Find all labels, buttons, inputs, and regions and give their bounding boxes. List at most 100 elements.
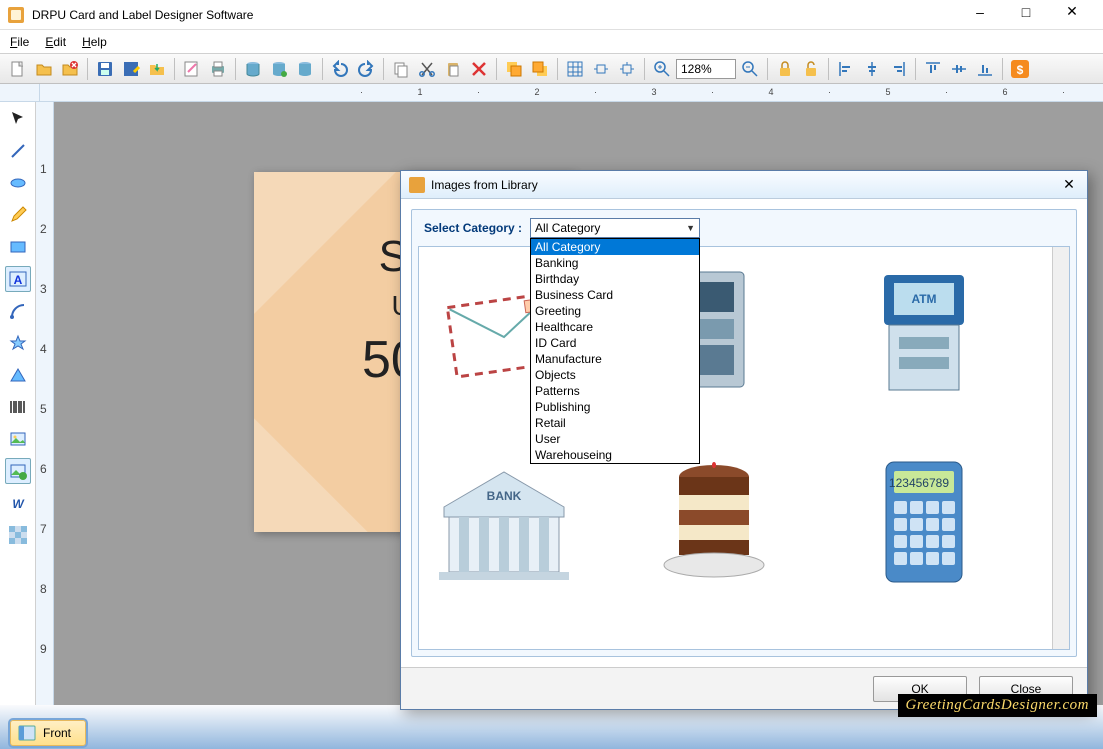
dialog-title: Images from Library (431, 178, 1059, 192)
svg-text:W: W (12, 497, 25, 511)
category-option[interactable]: Objects (531, 367, 699, 383)
page-tab-label: Front (43, 726, 71, 740)
lock-icon[interactable] (773, 57, 797, 81)
resize-all-icon[interactable] (615, 57, 639, 81)
category-option[interactable]: Patterns (531, 383, 699, 399)
save-as-icon[interactable] (119, 57, 143, 81)
cut-icon[interactable] (415, 57, 439, 81)
svg-text:$: $ (1017, 63, 1024, 77)
pointer-tool-icon[interactable] (5, 106, 31, 132)
category-dropdown[interactable]: All CategoryBankingBirthdayBusiness Card… (530, 238, 700, 464)
zoom-out-icon[interactable] (738, 57, 762, 81)
minimize-button[interactable]: – (957, 0, 1003, 27)
zoom-in-icon[interactable] (650, 57, 674, 81)
edit-icon[interactable] (180, 57, 204, 81)
page-icon (17, 724, 37, 742)
category-option[interactable]: User (531, 431, 699, 447)
category-option[interactable]: Business Card (531, 287, 699, 303)
main-toolbar: $ (0, 54, 1103, 84)
align-right-icon[interactable] (886, 57, 910, 81)
new-icon[interactable] (6, 57, 30, 81)
menu-help[interactable]: Help (82, 35, 107, 49)
triangle-tool-icon[interactable] (5, 362, 31, 388)
maximize-button[interactable]: □ (1003, 0, 1049, 27)
menu-edit[interactable]: Edit (45, 35, 66, 49)
app-title: DRPU Card and Label Designer Software (32, 8, 957, 22)
resize-h-icon[interactable] (589, 57, 613, 81)
category-select[interactable]: All Category ▼ All CategoryBankingBirthd… (530, 218, 700, 238)
category-option[interactable]: Healthcare (531, 319, 699, 335)
align-center-h-icon[interactable] (860, 57, 884, 81)
category-selected: All Category (535, 221, 600, 235)
wordart-tool-icon[interactable]: W (5, 490, 31, 516)
ruler-vertical: 1 2 3 4 5 6 7 8 9 (36, 102, 54, 705)
pattern-tool-icon[interactable] (5, 522, 31, 548)
barcode-tool-icon[interactable] (5, 394, 31, 420)
dollar-icon[interactable]: $ (1008, 57, 1032, 81)
library-image-bank[interactable]: BANK (429, 447, 579, 597)
close-file-icon[interactable] (58, 57, 82, 81)
star-tool-icon[interactable] (5, 330, 31, 356)
scroll-up-icon[interactable]: ▴ (1062, 249, 1067, 260)
category-option[interactable]: Publishing (531, 399, 699, 415)
image-lib-tool-icon[interactable] (5, 458, 31, 484)
save-icon[interactable] (93, 57, 117, 81)
rectangle-tool-icon[interactable] (5, 234, 31, 260)
watermark-label: GreetingCardsDesigner.com (898, 694, 1097, 717)
menu-bar: File Edit Help (0, 30, 1103, 54)
group-back-icon[interactable] (528, 57, 552, 81)
delete-icon[interactable] (467, 57, 491, 81)
database-cfg-icon[interactable] (293, 57, 317, 81)
library-image-cake[interactable] (639, 447, 789, 597)
ellipse-tool-icon[interactable] (5, 170, 31, 196)
page-tab-front[interactable]: Front (10, 720, 86, 746)
category-option[interactable]: Warehouseing (531, 447, 699, 463)
category-option[interactable]: Manufacture (531, 351, 699, 367)
scroll-down-icon[interactable]: ▾ (1062, 636, 1067, 647)
export-icon[interactable] (145, 57, 169, 81)
undo-icon[interactable] (328, 57, 352, 81)
paste-icon[interactable] (441, 57, 465, 81)
tool-palette: A W (0, 102, 36, 705)
category-option[interactable]: Retail (531, 415, 699, 431)
app-icon (8, 7, 24, 23)
category-option[interactable]: ID Card (531, 335, 699, 351)
unlock-icon[interactable] (799, 57, 823, 81)
images-library-dialog: Images from Library ✕ Select Category : … (400, 170, 1088, 710)
image-tool-icon[interactable] (5, 426, 31, 452)
dialog-titlebar: Images from Library ✕ (401, 171, 1087, 199)
open-icon[interactable] (32, 57, 56, 81)
svg-text:ATM: ATM (911, 292, 936, 306)
align-top-icon[interactable] (921, 57, 945, 81)
category-option[interactable]: Birthday (531, 271, 699, 287)
pencil-tool-icon[interactable] (5, 202, 31, 228)
ruler-horizontal: · 1 · 2 · 3 · 4 · 5 · 6 · 7 · 8 · 9 · 10… (0, 84, 1103, 102)
svg-text:BANK: BANK (487, 489, 522, 503)
redo-icon[interactable] (354, 57, 378, 81)
grid-icon[interactable] (563, 57, 587, 81)
dialog-close-icon[interactable]: ✕ (1059, 175, 1079, 195)
copy-icon[interactable] (389, 57, 413, 81)
category-option[interactable]: All Category (531, 239, 699, 255)
category-option[interactable]: Banking (531, 255, 699, 271)
library-image-calculator[interactable]: 123456789 (849, 447, 999, 597)
zoom-input[interactable] (676, 59, 736, 79)
align-left-icon[interactable] (834, 57, 858, 81)
images-grid[interactable]: ▴ ▾ ATM BANK 123456789 (418, 246, 1070, 650)
align-bottom-icon[interactable] (973, 57, 997, 81)
library-image-atm-machine[interactable]: ATM (849, 257, 999, 407)
menu-file[interactable]: File (10, 35, 29, 49)
arc-tool-icon[interactable] (5, 298, 31, 324)
print-icon[interactable] (206, 57, 230, 81)
align-middle-icon[interactable] (947, 57, 971, 81)
chevron-down-icon: ▼ (686, 223, 695, 233)
close-button[interactable]: ✕ (1049, 0, 1095, 27)
group-front-icon[interactable] (502, 57, 526, 81)
category-option[interactable]: Greeting (531, 303, 699, 319)
database-icon[interactable] (241, 57, 265, 81)
database-edit-icon[interactable] (267, 57, 291, 81)
category-label: Select Category : (424, 221, 522, 235)
line-tool-icon[interactable] (5, 138, 31, 164)
text-tool-icon[interactable]: A (5, 266, 31, 292)
dialog-icon (409, 177, 425, 193)
